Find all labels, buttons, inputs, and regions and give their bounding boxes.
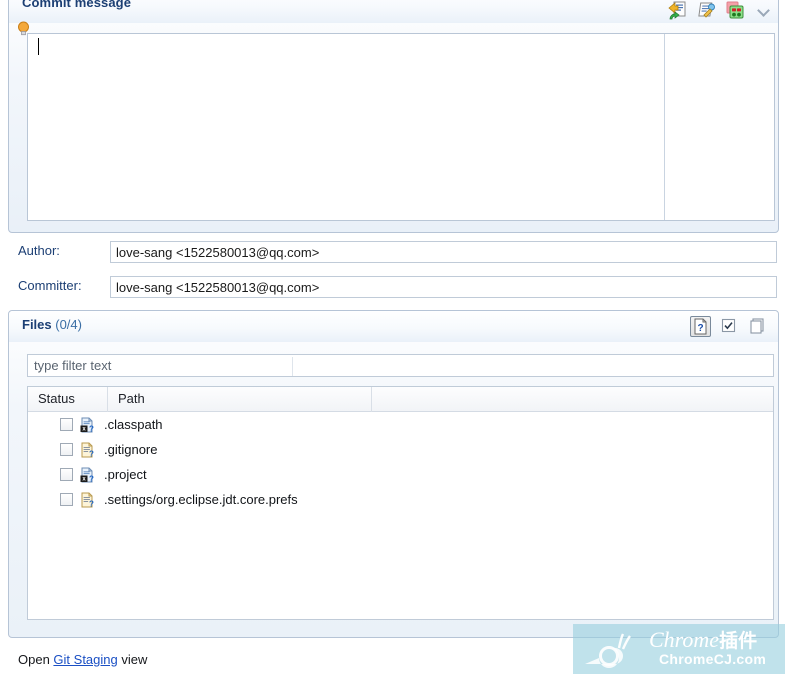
git-staging-link[interactable]: Git Staging [53,652,117,667]
open-git-staging-view: Open Git Staging view [18,652,147,667]
files-section: Files (0/4) ? type filter text Status Pa… [8,310,779,638]
deselect-all-icon[interactable] [748,316,769,337]
commit-message-section: Commit message [8,0,779,233]
row-path: .project [104,467,147,482]
filter-divider [292,357,293,376]
author-row: Author: love-sang <1522580013@qq.com> [18,241,778,263]
table-row[interactable]: x ? .project [28,462,773,487]
svg-text:?: ? [89,499,94,507]
svg-text:?: ? [89,424,94,432]
files-count: (0/4) [55,317,82,332]
chevron-down-icon[interactable] [756,3,772,19]
open-suffix: view [117,652,148,667]
open-prefix: Open [18,652,54,667]
text-caret [38,38,39,55]
author-label: Author: [18,243,60,258]
commit-message-margin-guide [664,34,665,220]
text-file-untracked-icon: ? [79,442,95,458]
committer-label: Committer: [18,278,82,293]
svg-text:?: ? [89,474,94,482]
commit-message-title: Commit message [22,0,132,10]
dialog-button-bar: Open Git Staging view Commit and Push Co… [0,640,785,683]
table-row[interactable]: ? .gitignore [28,437,773,462]
files-table-body: x ? .classpath ? .gitignore x ? .project… [28,412,773,512]
amend-previous-commit-icon[interactable] [725,1,746,21]
add-change-id-icon[interactable] [696,1,717,21]
column-header-status[interactable]: Status [28,387,108,412]
row-path: .gitignore [104,442,158,457]
row-checkbox[interactable] [60,468,73,481]
xml-file-untracked-icon: x ? [79,417,95,433]
text-file-untracked-icon: ? [79,492,95,508]
row-checkbox[interactable] [60,418,73,431]
show-untracked-files-icon[interactable]: ? [690,316,711,337]
filter-placeholder: type filter text [34,358,112,373]
committer-input[interactable]: love-sang <1522580013@qq.com> [110,276,777,298]
author-input[interactable]: love-sang <1522580013@qq.com> [110,241,777,263]
xml-file-untracked-icon: x ? [79,467,95,483]
commit-message-toolbar [667,1,772,21]
files-title-label: Files [22,317,52,332]
files-table: Status Path x ? .classpath ? .gitignore … [27,386,774,620]
commit-changes-dialog: Commit message Author: love-sang <152258… [0,0,785,683]
svg-text:?: ? [89,449,94,457]
filter-input[interactable]: type filter text [27,354,774,377]
add-signed-off-by-icon[interactable] [667,1,688,21]
files-title: Files (0/4) [22,317,82,332]
committer-row: Committer: love-sang <1522580013@qq.com> [18,276,778,298]
svg-text:?: ? [697,323,703,334]
row-path: .classpath [104,417,163,432]
commit-message-header: Commit message [9,0,778,23]
files-table-header: Status Path [28,387,773,412]
files-toolbar: ? [690,316,769,337]
table-row[interactable]: ? .settings/org.eclipse.jdt.core.prefs [28,487,773,512]
table-row[interactable]: x ? .classpath [28,412,773,437]
files-header: Files (0/4) ? [9,311,778,342]
row-path: .settings/org.eclipse.jdt.core.prefs [104,492,298,507]
select-all-icon[interactable] [719,316,740,337]
content-assist-bulb-icon[interactable] [17,21,30,37]
column-header-extra[interactable] [372,387,773,412]
commit-message-input[interactable] [27,33,775,221]
column-header-path[interactable]: Path [108,387,372,412]
row-checkbox[interactable] [60,443,73,456]
row-checkbox[interactable] [60,493,73,506]
